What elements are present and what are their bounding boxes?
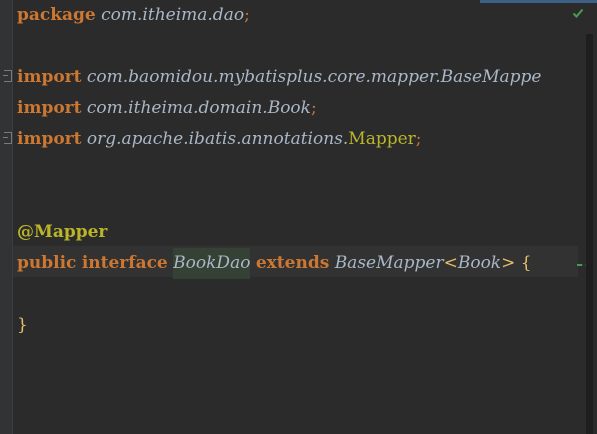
code-line-import-mapper[interactable]: import org.apache.ibatis.annotations.Map…: [17, 124, 422, 155]
editor-gutter[interactable]: [0, 0, 12, 434]
code-editor[interactable]: package com.itheima.dao; import com.baom…: [0, 0, 597, 434]
import-path: com.itheima.domain.Book: [86, 98, 311, 118]
keyword-package: package: [17, 5, 96, 25]
package-name: com.itheima.dao: [101, 5, 245, 25]
vertical-scrollbar[interactable]: [586, 34, 593, 434]
annotation-mapper: @Mapper: [17, 222, 108, 242]
open-brace: {: [520, 253, 532, 273]
keyword-interface: interface: [81, 253, 168, 273]
import-path: org.apache.ibatis.annotations.: [86, 129, 349, 149]
code-line-annotation[interactable]: @Mapper: [17, 217, 107, 248]
keyword-public: public: [17, 253, 77, 273]
keyword-extends: extends: [255, 253, 330, 273]
generic-open: <: [443, 253, 458, 273]
keyword-import: import: [17, 129, 82, 149]
import-path: com.baomidou.mybatisplus.core.mapper.Bas…: [86, 67, 542, 87]
fold-end-icon[interactable]: [3, 132, 12, 144]
gutter-divider: [12, 0, 13, 434]
code-line-close-brace[interactable]: }: [17, 310, 28, 341]
base-type: BaseMapper: [334, 253, 444, 273]
interface-name[interactable]: BookDao: [173, 248, 251, 279]
semicolon: ;: [244, 5, 250, 25]
keyword-import: import: [17, 67, 82, 87]
check-icon[interactable]: [572, 7, 584, 19]
code-line-interface-declaration[interactable]: public interface BookDao extends BaseMap…: [17, 248, 532, 279]
semicolon: ;: [310, 98, 317, 118]
fold-start-icon[interactable]: [3, 70, 12, 82]
code-line-package[interactable]: package com.itheima.dao;: [17, 0, 250, 31]
generic-type: Book: [457, 253, 502, 273]
generic-close: >: [501, 253, 516, 273]
code-line-import-basemapper[interactable]: import com.baomidou.mybatisplus.core.map…: [17, 62, 541, 93]
imported-class-mapper: Mapper: [348, 129, 416, 149]
semicolon: ;: [415, 129, 422, 149]
keyword-import: import: [17, 98, 82, 118]
close-brace: }: [17, 315, 28, 335]
editor-tab-indicator: [480, 0, 597, 3]
code-line-import-book[interactable]: import com.itheima.domain.Book;: [17, 93, 317, 124]
